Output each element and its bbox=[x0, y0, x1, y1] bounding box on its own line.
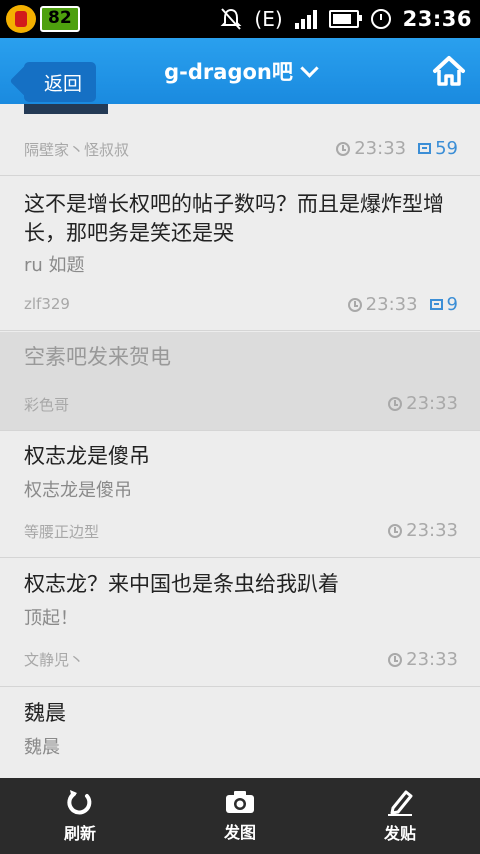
chevron-down-icon[interactable] bbox=[300, 58, 319, 78]
comment-icon bbox=[429, 299, 443, 310]
signal-icon bbox=[294, 9, 317, 29]
post-time: 23:33 bbox=[354, 138, 407, 159]
refresh-icon bbox=[67, 790, 92, 815]
clock-icon bbox=[388, 652, 403, 667]
list-item[interactable]: 这不是增长权吧的帖子数吗？而且是爆炸型增长，那吧务是笑还是哭 ru 如题 zlf… bbox=[0, 177, 480, 331]
post-author: 等腰正边型 bbox=[24, 523, 100, 541]
post-author: 彩色哥 bbox=[24, 396, 70, 414]
post-time: 23:33 bbox=[365, 294, 418, 315]
new-post-button[interactable]: 发贴 bbox=[320, 778, 480, 854]
refresh-label: 刷新 bbox=[63, 824, 96, 843]
back-button[interactable]: 返回 bbox=[24, 62, 96, 102]
status-bar: 82 (E) 23:36 bbox=[0, 0, 480, 38]
clock-icon bbox=[388, 523, 403, 538]
reply-count: 59 bbox=[435, 138, 458, 159]
list-item[interactable]: 魏晨 魏晨 bbox=[0, 688, 480, 776]
post-author: 隔壁家丶怪叔叔 bbox=[24, 141, 130, 159]
refresh-button[interactable]: 刷新 bbox=[0, 778, 160, 854]
photo-post-button[interactable]: 发图 bbox=[160, 778, 320, 854]
post-title: 权志龙是傻吊 bbox=[24, 444, 150, 468]
comment-icon bbox=[418, 143, 432, 154]
post-time: 23:33 bbox=[406, 649, 458, 670]
post-time: 23:33 bbox=[406, 393, 458, 414]
post-title: 这不是增长权吧的帖子数吗？而且是爆炸型增长，那吧务是笑还是哭 bbox=[24, 192, 444, 245]
bottom-toolbar: 刷新 发图 发贴 bbox=[0, 778, 480, 854]
post-author: 文静児丶 bbox=[24, 651, 85, 669]
list-item[interactable]: 权志龙？来中国也是条虫给我趴着 顶起！ 文静児丶 23:33 bbox=[0, 559, 480, 687]
alarm-clock-icon bbox=[370, 9, 391, 29]
post-excerpt: 权志龙是傻吊 bbox=[24, 480, 132, 501]
post-title: 魏晨 bbox=[24, 701, 66, 725]
post-excerpt: 魏晨 bbox=[24, 737, 60, 758]
network-type-icon: (E) bbox=[254, 7, 283, 31]
new-post-label: 发贴 bbox=[383, 824, 416, 843]
photo-post-label: 发图 bbox=[223, 823, 256, 842]
post-excerpt: 顶起！ bbox=[24, 608, 78, 629]
clock-icon bbox=[388, 396, 403, 411]
post-list[interactable]: 隔壁家丶怪叔叔 23:33 59 这不是增长权吧的帖子数吗？而且是爆炸型增长，那… bbox=[0, 104, 480, 776]
alarm-off-icon bbox=[220, 8, 242, 30]
list-item[interactable]: 隔壁家丶怪叔叔 23:33 59 bbox=[0, 104, 480, 176]
post-title: 空素吧发来贺电 bbox=[24, 345, 171, 369]
list-item[interactable]: 空素吧发来贺电 彩色哥 23:33 bbox=[0, 332, 480, 431]
app-header: g-dragon吧 返回 bbox=[0, 38, 480, 104]
clock-icon bbox=[336, 141, 351, 156]
battery-icon bbox=[328, 10, 362, 28]
battery-level-badge: 82 bbox=[40, 6, 80, 32]
post-excerpt: ru 如题 bbox=[24, 255, 85, 276]
pencil-icon bbox=[388, 790, 413, 816]
forum-title[interactable]: g-dragon吧 bbox=[164, 56, 293, 86]
post-thumbnail bbox=[24, 104, 108, 114]
list-item[interactable]: 权志龙是傻吊 权志龙是傻吊 等腰正边型 23:33 bbox=[0, 431, 480, 558]
post-time: 23:33 bbox=[406, 520, 458, 541]
clock-icon bbox=[347, 297, 362, 312]
post-author: zlf329 bbox=[24, 295, 70, 313]
reply-count: 9 bbox=[446, 294, 458, 315]
home-icon[interactable] bbox=[432, 55, 466, 87]
post-title: 权志龙？来中国也是条虫给我趴着 bbox=[24, 572, 339, 596]
camera-icon bbox=[226, 791, 254, 813]
app-notification-icon bbox=[6, 5, 36, 33]
status-time: 23:36 bbox=[402, 7, 472, 31]
